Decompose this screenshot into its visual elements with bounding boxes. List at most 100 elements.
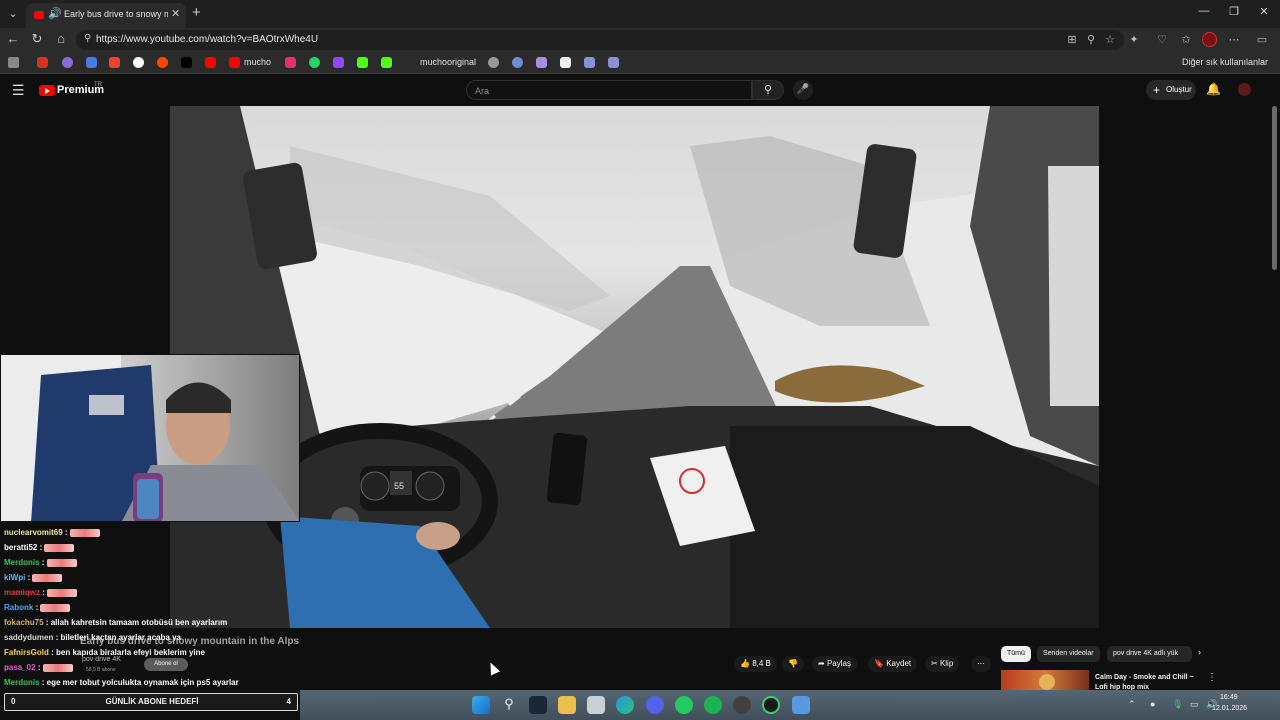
bookmark-muchooriginal[interactable]: muchooriginal (420, 57, 476, 67)
bookmark-12-icon[interactable] (357, 57, 368, 68)
edge-browser-icon[interactable] (616, 696, 634, 714)
tray-expand-icon[interactable]: ⌃ (1128, 699, 1136, 710)
chat-username[interactable]: fokachu75 (4, 618, 44, 627)
bookmark-8-icon[interactable] (229, 57, 240, 68)
browser-essentials-icon[interactable]: ♡ (1154, 33, 1170, 46)
bookmark-6-icon[interactable] (181, 57, 192, 68)
tabs-icon[interactable] (8, 57, 19, 68)
chat-username[interactable]: saddydumen (4, 633, 53, 642)
chat-username[interactable]: beratti52 (4, 543, 37, 552)
bookmark-5-icon[interactable] (157, 57, 168, 68)
clip-button[interactable]: ✂ Klip (925, 656, 960, 672)
extensions-icon[interactable]: ✦ (1126, 33, 1142, 46)
profile-avatar[interactable] (1202, 32, 1217, 47)
bookmark-15-icon[interactable] (512, 57, 523, 68)
app-available-icon[interactable]: ⊞ (1064, 33, 1080, 46)
bookmark-mucho[interactable]: mucho (244, 57, 271, 67)
bookmark-13-icon[interactable] (381, 57, 392, 68)
channel-name[interactable]: pov drive 4K (82, 656, 121, 663)
display-tray-icon[interactable]: ▭ (1190, 699, 1199, 710)
save-button[interactable]: 🔖 Kaydet (868, 656, 918, 672)
notifications-bell-icon[interactable]: 🔔 (1206, 82, 1221, 96)
chip-series[interactable]: Seriden videolar (1037, 646, 1100, 662)
new-tab-button[interactable]: + (192, 4, 201, 21)
file-explorer-icon[interactable] (558, 696, 576, 714)
reload-button[interactable]: ↻ (28, 31, 46, 47)
bookmark-9-icon[interactable] (285, 57, 296, 68)
home-button[interactable]: ⌂ (52, 31, 70, 46)
subscribe-button[interactable]: Abone ol (144, 658, 188, 671)
chat-username[interactable]: Rabonk (4, 603, 33, 612)
chat-username[interactable]: Merdonis (4, 558, 40, 567)
store-icon[interactable] (587, 696, 605, 714)
bookmark-18-icon[interactable] (584, 57, 595, 68)
obs-icon[interactable] (733, 696, 751, 714)
bookmark-10-icon[interactable] (309, 57, 320, 68)
recommendation-thumbnail[interactable] (1001, 670, 1089, 690)
chat-username[interactable]: FafnirsGold (4, 648, 49, 657)
clock-date[interactable]: 12.01.2026 (1212, 705, 1247, 712)
favorites-icon[interactable]: ✩ (1178, 33, 1194, 46)
search-input[interactable] (475, 84, 735, 97)
chip-all[interactable]: Tümü (1001, 646, 1031, 662)
chip-channel-uploads[interactable]: pov drive 4K adlı yük (1107, 646, 1192, 662)
other-bookmarks-folder[interactable]: Diğer sık kullanılanlar (1182, 57, 1268, 67)
tray-app-icon[interactable]: ● (1150, 699, 1155, 709)
chevron-right-icon[interactable]: › (1198, 647, 1201, 657)
bookmark-14-icon[interactable] (488, 57, 499, 68)
back-button[interactable]: ← (4, 31, 22, 46)
search-icon[interactable]: ⚲ (500, 696, 518, 714)
youtube-logo-icon[interactable] (39, 85, 55, 96)
discord-icon[interactable] (646, 696, 664, 714)
like-button[interactable]: 👍 8,4 B (734, 656, 777, 672)
app-circle-icon[interactable] (762, 696, 780, 714)
dislike-button[interactable]: 👎 (782, 656, 804, 672)
recommendation-more-icon[interactable]: ⋮ (1207, 672, 1217, 683)
bookmark-3-icon[interactable] (109, 57, 120, 68)
audio-playing-icon[interactable]: 🔊 (48, 7, 62, 20)
video-player[interactable]: 55 (170, 106, 1099, 628)
youtube-account-avatar[interactable] (1238, 83, 1251, 96)
favorite-star-icon[interactable]: ☆ (1102, 33, 1118, 46)
zoom-icon[interactable]: ⚲ (1083, 33, 1099, 46)
sidebar-toggle-icon[interactable]: ▭ (1254, 33, 1270, 46)
bookmark-2-icon[interactable] (86, 57, 97, 68)
more-menu-icon[interactable]: ⋯ (1226, 33, 1242, 46)
search-button[interactable]: ⚲ (752, 80, 784, 100)
bookmark-17-icon[interactable] (560, 57, 571, 68)
steam-icon[interactable] (529, 696, 547, 714)
whatsapp-icon[interactable] (675, 696, 693, 714)
bookmark-16-icon[interactable] (536, 57, 547, 68)
site-info-icon[interactable]: ⚲ (84, 33, 91, 44)
hamburger-menu-icon[interactable]: ☰ (12, 82, 25, 99)
browser-tab[interactable]: 🔊 Early bus drive to snowy mou ✕ (26, 3, 186, 28)
chat-username[interactable]: pasa_02 (4, 663, 36, 672)
bookmark-4-icon[interactable] (133, 57, 144, 68)
share-button[interactable]: ➦ Paylaş (812, 656, 857, 672)
chat-username[interactable]: mamiqwz (4, 588, 40, 597)
microphone-tray-icon[interactable]: 🎙 (1172, 699, 1183, 710)
address-bar[interactable]: ⚲ https://www.youtube.com/watch?v=BAOtrx… (76, 30, 1124, 50)
voice-search-icon[interactable]: 🎤 (793, 80, 813, 100)
chat-username[interactable]: Merdonis (4, 678, 40, 687)
bookmark-1-icon[interactable] (62, 57, 73, 68)
spotify-icon[interactable] (704, 696, 722, 714)
more-actions-button[interactable]: ⋯ (971, 656, 991, 672)
chat-username[interactable]: nuclearvomit69 (4, 528, 63, 537)
tab-search-icon[interactable]: ⌄ (4, 5, 22, 23)
close-window-button[interactable]: ✕ (1254, 5, 1274, 18)
bookmark-7-icon[interactable] (205, 57, 216, 68)
tab-close-icon[interactable]: ✕ (171, 7, 180, 20)
chat-username[interactable]: kiWpi (4, 573, 25, 582)
search-box[interactable] (466, 80, 752, 100)
create-button[interactable]: + Oluştur (1146, 80, 1196, 100)
bookmark-11-icon[interactable] (333, 57, 344, 68)
bookmark-19-icon[interactable] (608, 57, 619, 68)
minimize-button[interactable]: — (1194, 5, 1214, 17)
bookmark-0-icon[interactable] (37, 57, 48, 68)
clock-time[interactable]: 16:49 (1220, 694, 1238, 701)
maximize-button[interactable]: ❐ (1224, 5, 1244, 18)
start-windows-icon[interactable] (472, 696, 490, 714)
page-scrollbar[interactable] (1272, 106, 1277, 270)
settings-app-icon[interactable] (792, 696, 810, 714)
